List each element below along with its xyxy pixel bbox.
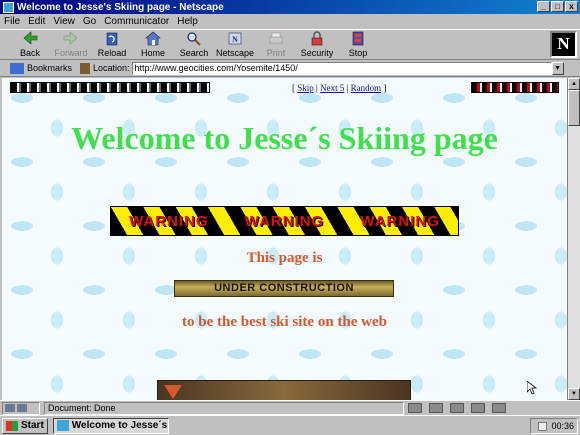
netscape-window-icon <box>3 1 14 13</box>
warning-text: WARNING <box>360 212 440 230</box>
reload-button[interactable]: Reload <box>92 30 132 60</box>
web-page-content: [ Skip | Next 5 | Random ] Welcome to Je… <box>2 78 567 400</box>
under-construction-banner: UNDER CONSTRUCTION <box>174 280 394 297</box>
page-proxy-icon[interactable] <box>80 62 91 74</box>
webring-banner-right[interactable] <box>471 82 559 93</box>
back-button[interactable]: Back <box>10 30 50 60</box>
logo-triangle-icon <box>164 385 182 399</box>
system-tray: 00:36 <box>530 418 578 434</box>
start-button[interactable]: Start <box>2 417 48 434</box>
navigator-icon[interactable] <box>408 403 422 413</box>
security-status[interactable] <box>2 401 40 415</box>
title-bar: Welcome to Jesse's Skiing page - Netscap… <box>0 0 580 14</box>
print-label: Print <box>266 48 286 58</box>
status-text: Document: Done <box>44 401 404 415</box>
newsgroups-icon[interactable] <box>450 403 464 413</box>
security-icon <box>311 31 323 46</box>
search-label: Search <box>179 48 209 58</box>
page-heading: Welcome to Jesse´s Skiing page <box>71 120 498 156</box>
menu-bar: File Edit View Go Communicator Help <box>0 14 580 28</box>
browser-window: Welcome to Jesse's Skiing page - Netscap… <box>0 0 580 435</box>
print-button[interactable]: Print <box>256 30 296 60</box>
mail-icon[interactable] <box>429 403 443 413</box>
menu-help[interactable]: Help <box>177 16 198 27</box>
component-bar <box>408 403 580 413</box>
volume-icon[interactable] <box>538 421 548 431</box>
minimize-button[interactable]: _ <box>537 1 550 12</box>
home-button[interactable]: Home <box>133 30 173 60</box>
reload-icon <box>106 32 118 46</box>
connection-icon <box>17 404 27 412</box>
random-link[interactable]: Random <box>351 83 382 93</box>
vertical-scrollbar[interactable]: ▲ ▼ <box>567 78 580 400</box>
menu-edit[interactable]: Edit <box>28 16 45 27</box>
search-icon <box>187 32 201 46</box>
warning-banner: WARNING WARNING WARNING <box>110 206 459 236</box>
back-label: Back <box>19 48 40 58</box>
home-label: Home <box>140 48 165 58</box>
webring-nav: [ Skip | Next 5 | Random ] <box>292 83 386 93</box>
search-button[interactable]: Search <box>174 30 214 60</box>
warning-text: WARNING <box>129 212 209 230</box>
menu-go[interactable]: Go <box>83 16 96 27</box>
bottom-image-banner <box>157 380 411 400</box>
stop-button[interactable]: Stop <box>338 30 378 60</box>
scroll-up-button[interactable]: ▲ <box>568 78 580 90</box>
address-book-icon[interactable] <box>471 403 485 413</box>
netscape-logo[interactable]: N <box>550 31 577 58</box>
taskbar-window-button[interactable]: Welcome to Jesse´s ... <box>52 417 169 434</box>
menu-view[interactable]: View <box>53 16 75 27</box>
bookmarks-button[interactable]: Bookmarks <box>10 62 73 74</box>
skip-link[interactable]: Skip <box>297 83 314 93</box>
security-label: Security <box>300 48 334 58</box>
forward-arrow-icon <box>63 31 78 45</box>
netscape-icon: N <box>228 32 242 45</box>
security-button[interactable]: Security <box>297 30 337 60</box>
nav-separator: | <box>346 83 349 93</box>
clock[interactable]: 00:36 <box>551 421 574 431</box>
scroll-down-button[interactable]: ▼ <box>568 388 580 400</box>
webring-banner-left[interactable] <box>10 82 210 93</box>
nav-bracket-close: ] <box>383 83 387 93</box>
warning-text: WARNING <box>244 212 325 230</box>
url-dropdown-button[interactable]: ▼ <box>551 61 564 75</box>
svg-text:N: N <box>232 35 238 44</box>
menu-file[interactable]: File <box>4 16 20 27</box>
stop-icon <box>352 31 364 46</box>
forward-button[interactable]: Forward <box>51 30 91 60</box>
status-bar: Document: Done <box>0 400 580 415</box>
close-button[interactable]: x <box>565 1 578 12</box>
composer-icon[interactable] <box>492 403 506 413</box>
nav-separator: | <box>316 83 318 93</box>
location-label: Location: <box>93 63 130 73</box>
nav-bracket-open: [ <box>292 83 295 93</box>
stop-label: Stop <box>348 48 368 58</box>
netscape-task-icon <box>56 420 69 431</box>
mouse-cursor-icon <box>527 381 537 395</box>
next-5-link[interactable]: Next 5 <box>320 83 344 93</box>
back-arrow-icon <box>23 31 38 45</box>
best-ski-site-text: to be the best ski site on the web <box>182 314 387 330</box>
windows-logo-icon <box>6 420 18 431</box>
start-label: Start <box>21 420 44 431</box>
netscape-label: Netscape <box>215 48 255 58</box>
this-page-is-text: This page is <box>246 250 323 266</box>
netscape-button[interactable]: N Netscape <box>215 30 255 60</box>
url-field[interactable]: http://www.geocities.com/Yosemite/1450/ <box>131 61 552 75</box>
maximize-button[interactable]: □ <box>551 1 564 12</box>
navigation-toolbar: Back Forward Reload Home Search N Netsca… <box>0 29 580 60</box>
bookmarks-label: Bookmarks <box>27 63 73 73</box>
window-title: Welcome to Jesse's Skiing page - Netscap… <box>17 1 224 13</box>
forward-label: Forward <box>54 48 88 58</box>
lock-icon <box>5 404 15 412</box>
menu-communicator[interactable]: Communicator <box>104 16 169 27</box>
windows-taskbar: Start Welcome to Jesse´s ... 00:36 <box>0 415 580 435</box>
home-icon <box>145 31 161 46</box>
location-bar: Bookmarks Location: http://www.geocities… <box>0 60 580 77</box>
bookmarks-icon <box>10 62 24 74</box>
scroll-thumb[interactable] <box>568 90 580 126</box>
task-label: Welcome to Jesse´s ... <box>71 420 169 431</box>
print-icon <box>269 32 283 44</box>
reload-label: Reload <box>97 48 127 58</box>
